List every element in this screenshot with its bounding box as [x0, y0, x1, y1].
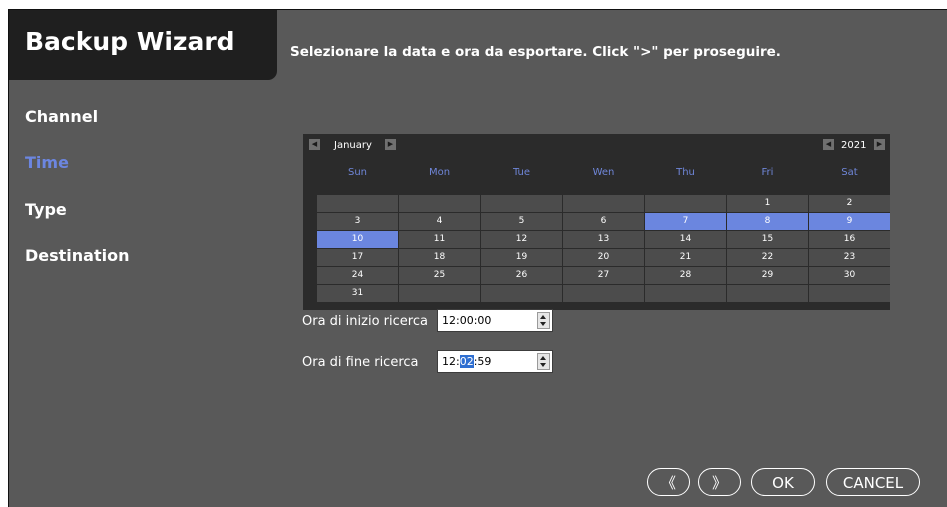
- calendar-day-cell[interactable]: 12: [481, 231, 562, 248]
- calendar-day-cell[interactable]: 24: [317, 267, 398, 284]
- calendar-day-cell[interactable]: 27: [563, 267, 644, 284]
- calendar-day-cell[interactable]: 5: [481, 213, 562, 230]
- day-of-week-header: Sat: [841, 167, 858, 178]
- calendar-empty-cell: [317, 195, 398, 212]
- backup-wizard-window: Backup Wizard Selezionare la data e ora …: [8, 9, 947, 507]
- calendar-day-cell[interactable]: 7: [645, 213, 726, 230]
- calendar-empty-cell: [809, 285, 890, 302]
- calendar-empty-cell: [727, 285, 808, 302]
- calendar-day-cell[interactable]: 10: [317, 231, 398, 248]
- nav-item-destination[interactable]: Destination: [25, 246, 130, 265]
- day-of-week-header: Fri: [761, 167, 774, 178]
- start-time-value[interactable]: 12:00:00: [442, 314, 491, 327]
- calendar-day-cell[interactable]: 1: [727, 195, 808, 212]
- calendar-day-cell[interactable]: 20: [563, 249, 644, 266]
- calendar-day-cell[interactable]: 11: [399, 231, 480, 248]
- end-time-spin-buttons[interactable]: [537, 353, 550, 370]
- calendar-day-cell[interactable]: 23: [809, 249, 890, 266]
- calendar-day-cell[interactable]: 3: [317, 213, 398, 230]
- calendar-empty-cell: [399, 285, 480, 302]
- day-of-week-header: Tue: [512, 167, 531, 178]
- calendar-day-cell[interactable]: 17: [317, 249, 398, 266]
- calendar-day-cell[interactable]: 18: [399, 249, 480, 266]
- nav-item-type[interactable]: Type: [25, 200, 67, 219]
- calendar-empty-cell: [481, 285, 562, 302]
- calendar-empty-cell: [563, 285, 644, 302]
- cancel-button[interactable]: CANCEL: [826, 468, 920, 496]
- next-month-icon[interactable]: ▶: [385, 139, 396, 150]
- prev-month-icon[interactable]: ◀: [309, 139, 320, 150]
- next-year-icon[interactable]: ▶: [874, 139, 885, 150]
- calendar-empty-cell: [645, 195, 726, 212]
- calendar-day-cell[interactable]: 26: [481, 267, 562, 284]
- calendar-day-cell[interactable]: 13: [563, 231, 644, 248]
- end-time-spinbox[interactable]: 12:02:59: [437, 350, 553, 373]
- spin-up-icon[interactable]: [540, 356, 546, 360]
- spin-down-icon[interactable]: [540, 363, 546, 367]
- nav-item-time[interactable]: Time: [25, 153, 69, 172]
- calendar-day-cell[interactable]: 2: [809, 195, 890, 212]
- start-time-label: Ora di inizio ricerca: [302, 314, 428, 329]
- day-of-week-header: Sun: [347, 167, 368, 178]
- calendar-day-cell[interactable]: 16: [809, 231, 890, 248]
- instruction-text: Selezionare la data e ora da esportare. …: [290, 44, 781, 60]
- calendar: ◀ January ▶ ◀ 2021 ▶ Sun Mon Tue Wen Thu Fri S…: [303, 134, 890, 310]
- window-title: Backup Wizard: [25, 27, 235, 56]
- calendar-day-cell[interactable]: 28: [645, 267, 726, 284]
- calendar-day-cell[interactable]: 22: [727, 249, 808, 266]
- next-button[interactable]: 》: [698, 468, 741, 496]
- calendar-day-cell[interactable]: 8: [727, 213, 808, 230]
- calendar-empty-cell: [481, 195, 562, 212]
- calendar-day-cell[interactable]: 31: [317, 285, 398, 302]
- day-of-week-header: Wen: [592, 167, 615, 178]
- calendar-day-cell[interactable]: 30: [809, 267, 890, 284]
- nav-item-channel[interactable]: Channel: [25, 107, 98, 126]
- prev-button[interactable]: 《: [647, 468, 690, 496]
- start-time-spinbox[interactable]: 12:00:00: [437, 309, 553, 332]
- day-of-week-header: Mon: [428, 167, 451, 178]
- spin-down-icon[interactable]: [540, 322, 546, 326]
- spin-up-icon[interactable]: [540, 315, 546, 319]
- calendar-empty-cell: [645, 285, 726, 302]
- calendar-day-cell[interactable]: 19: [481, 249, 562, 266]
- end-time-label: Ora di fine ricerca: [302, 355, 419, 370]
- title-bar: Backup Wizard: [9, 10, 277, 80]
- end-time-seconds[interactable]: :59: [474, 355, 492, 368]
- year-label: 2021: [841, 140, 867, 151]
- end-time-hours[interactable]: 12:: [442, 355, 460, 368]
- prev-year-icon[interactable]: ◀: [823, 139, 834, 150]
- calendar-day-cell[interactable]: 14: [645, 231, 726, 248]
- calendar-day-cell[interactable]: 15: [727, 231, 808, 248]
- end-time-value[interactable]: 12:02:59: [442, 355, 491, 368]
- start-time-spin-buttons[interactable]: [537, 312, 550, 329]
- calendar-day-cell[interactable]: 25: [399, 267, 480, 284]
- calendar-day-cell[interactable]: 4: [399, 213, 480, 230]
- ok-button[interactable]: OK: [751, 468, 815, 496]
- calendar-day-cell[interactable]: 9: [809, 213, 890, 230]
- calendar-empty-cell: [563, 195, 644, 212]
- end-time-minutes-selected[interactable]: 02: [459, 355, 474, 368]
- calendar-day-cell[interactable]: 21: [645, 249, 726, 266]
- month-label: January: [334, 140, 372, 151]
- calendar-day-cell[interactable]: 29: [727, 267, 808, 284]
- day-of-week-header: Thu: [676, 167, 695, 178]
- calendar-empty-cell: [399, 195, 480, 212]
- calendar-day-cell[interactable]: 6: [563, 213, 644, 230]
